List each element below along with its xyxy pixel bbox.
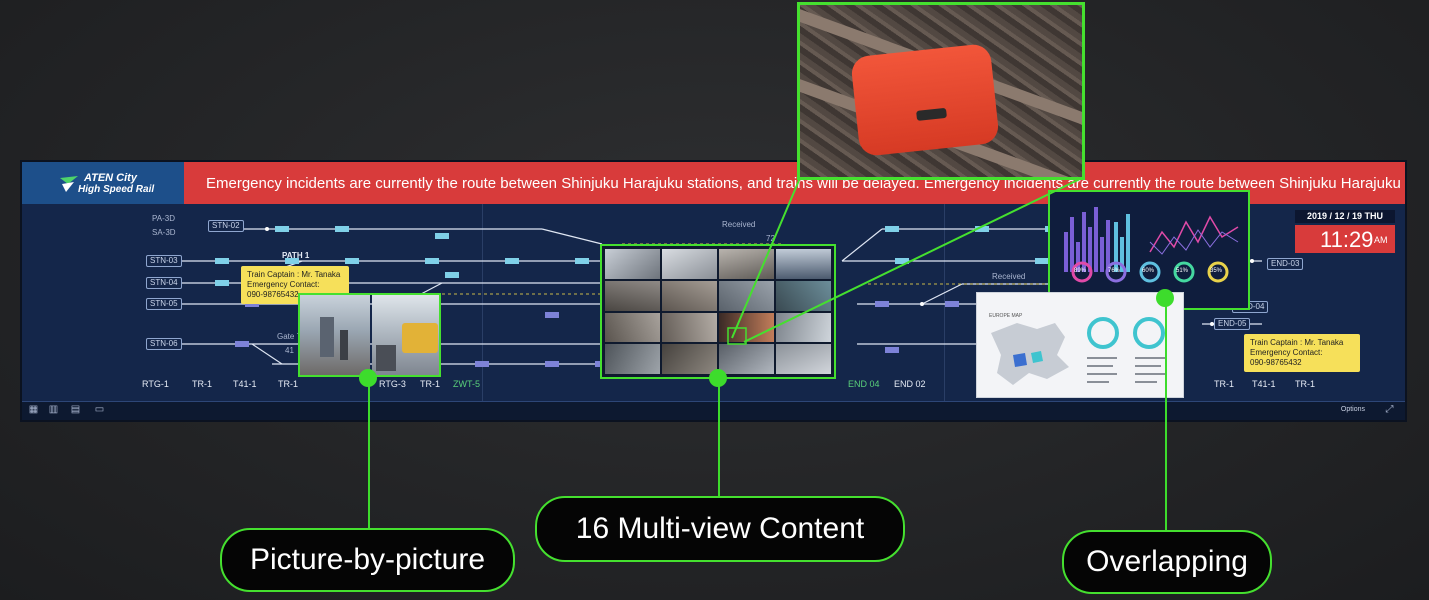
callout-dot <box>709 369 727 387</box>
callout-connector <box>1165 298 1167 530</box>
callout-connector <box>718 378 720 496</box>
callout-dot <box>359 369 377 387</box>
callout-connector <box>368 378 370 528</box>
callout-pbp: Picture-by-picture <box>220 528 515 592</box>
callout-multiview: 16 Multi-view Content <box>535 496 905 562</box>
callout-dot <box>1156 289 1174 307</box>
callout-overlapping: Overlapping <box>1062 530 1272 594</box>
